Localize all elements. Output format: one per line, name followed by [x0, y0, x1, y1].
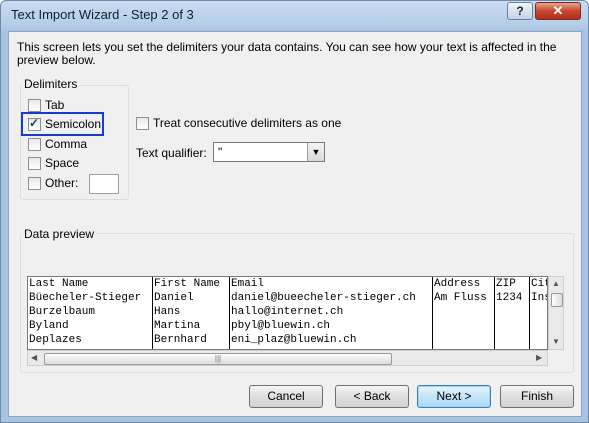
vertical-scrollbar[interactable]: ▲ ▼: [548, 276, 564, 350]
scroll-up-icon[interactable]: ▲: [552, 279, 560, 288]
finish-button[interactable]: Finish: [500, 385, 574, 408]
preview-header-cell: Address: [434, 278, 481, 290]
preview-cell: Martina: [154, 320, 201, 332]
data-preview-grid[interactable]: Last Name Büecheler-Stieger Burzelbaum Byla…: [27, 276, 548, 350]
space-checkbox-label: Space: [45, 156, 80, 170]
preview-cell: Ins: [531, 292, 547, 304]
space-checkbox[interactable]: [28, 156, 41, 170]
close-button[interactable]: ✕: [535, 2, 581, 20]
title-bar[interactable]: Text Import Wizard - Step 2 of 3 ? ✕: [1, 1, 588, 29]
description-text: This screen lets you set the delimiters …: [17, 40, 557, 67]
tab-checkbox[interactable]: [28, 98, 41, 112]
preview-column-email[interactable]: Email daniel@bueecheler-stieger.ch hallo@i…: [230, 277, 433, 349]
scroll-left-icon[interactable]: ◀: [31, 353, 37, 362]
preview-cell: 1234: [496, 292, 523, 304]
preview-header-cell: First Name: [154, 278, 221, 290]
preview-cell: Bernhard: [154, 334, 207, 346]
preview-column-zip[interactable]: ZIP 1234: [495, 277, 530, 349]
preview-header-cell: City: [531, 278, 547, 290]
preview-header-cell: ZIP: [496, 278, 516, 290]
preview-cell: Büecheler-Stieger: [29, 292, 142, 304]
consecutive-checkbox-label: Treat consecutive delimiters as one: [153, 116, 342, 130]
other-delimiter-input[interactable]: [89, 174, 119, 194]
consecutive-checkbox-row[interactable]: Treat consecutive delimiters as one: [136, 115, 341, 131]
comma-checkbox[interactable]: [28, 137, 41, 151]
cancel-button[interactable]: Cancel: [249, 385, 323, 408]
preview-column-address[interactable]: Address Am Fluss: [433, 277, 495, 349]
window-title: Text Import Wizard - Step 2 of 3: [11, 7, 194, 22]
preview-header-cell: Email: [231, 278, 265, 290]
text-qualifier-value: ": [218, 145, 223, 159]
preview-cell: Deplazes: [29, 334, 82, 346]
preview-cell: Hans: [154, 306, 181, 318]
dialog-body: This screen lets you set the delimiters …: [8, 31, 582, 417]
preview-cell: Byland: [29, 320, 69, 332]
tab-checkbox-row[interactable]: Tab: [28, 97, 64, 113]
other-checkbox[interactable]: [28, 176, 41, 190]
preview-cell: pbyl@bluewin.ch: [231, 320, 331, 332]
space-checkbox-row[interactable]: Space: [28, 155, 79, 171]
preview-column-last-name[interactable]: Last Name Büecheler-Stieger Burzelbaum Byla…: [28, 277, 153, 349]
text-qualifier-dropdown[interactable]: " ▼: [213, 142, 325, 162]
preview-header-cell: Last Name: [29, 278, 89, 290]
horizontal-scroll-thumb[interactable]: |||: [44, 353, 392, 365]
preview-cell: Daniel: [154, 292, 194, 304]
other-checkbox-row[interactable]: Other:: [28, 175, 78, 191]
consecutive-checkbox[interactable]: [136, 116, 149, 130]
back-button[interactable]: < Back: [335, 385, 409, 408]
data-preview-label: Data preview: [22, 227, 97, 241]
preview-cell: eni_plaz@bluewin.ch: [231, 334, 357, 346]
dropdown-arrow-icon[interactable]: ▼: [307, 143, 324, 161]
delimiters-group-label: Delimiters: [22, 77, 80, 91]
dialog-window: Text Import Wizard - Step 2 of 3 ? ✕ Thi…: [0, 0, 589, 423]
preview-cell: Burzelbaum: [29, 306, 96, 318]
grip-icon: |||: [214, 354, 222, 363]
other-checkbox-label: Other:: [45, 176, 79, 190]
preview-cell: daniel@bueecheler-stieger.ch: [231, 292, 416, 304]
preview-cell: Am Fluss: [434, 292, 487, 304]
comma-checkbox-label: Comma: [45, 137, 88, 151]
horizontal-scrollbar[interactable]: ◀ ||| ▶: [27, 350, 548, 366]
preview-column-city[interactable]: City Ins: [530, 277, 547, 349]
preview-cell: hallo@internet.ch: [231, 306, 344, 318]
vertical-scroll-thumb[interactable]: [551, 293, 563, 307]
tab-checkbox-label: Tab: [45, 98, 65, 112]
text-qualifier-label: Text qualifier:: [136, 146, 207, 160]
comma-checkbox-row[interactable]: Comma: [28, 136, 87, 152]
preview-column-first-name[interactable]: First Name Daniel Hans Martina Bernhard: [153, 277, 230, 349]
next-button[interactable]: Next >: [417, 385, 491, 408]
scroll-down-icon[interactable]: ▼: [552, 337, 560, 346]
scroll-right-icon[interactable]: ▶: [536, 353, 542, 362]
focus-rectangle: [21, 112, 104, 136]
help-button[interactable]: ?: [507, 2, 533, 20]
